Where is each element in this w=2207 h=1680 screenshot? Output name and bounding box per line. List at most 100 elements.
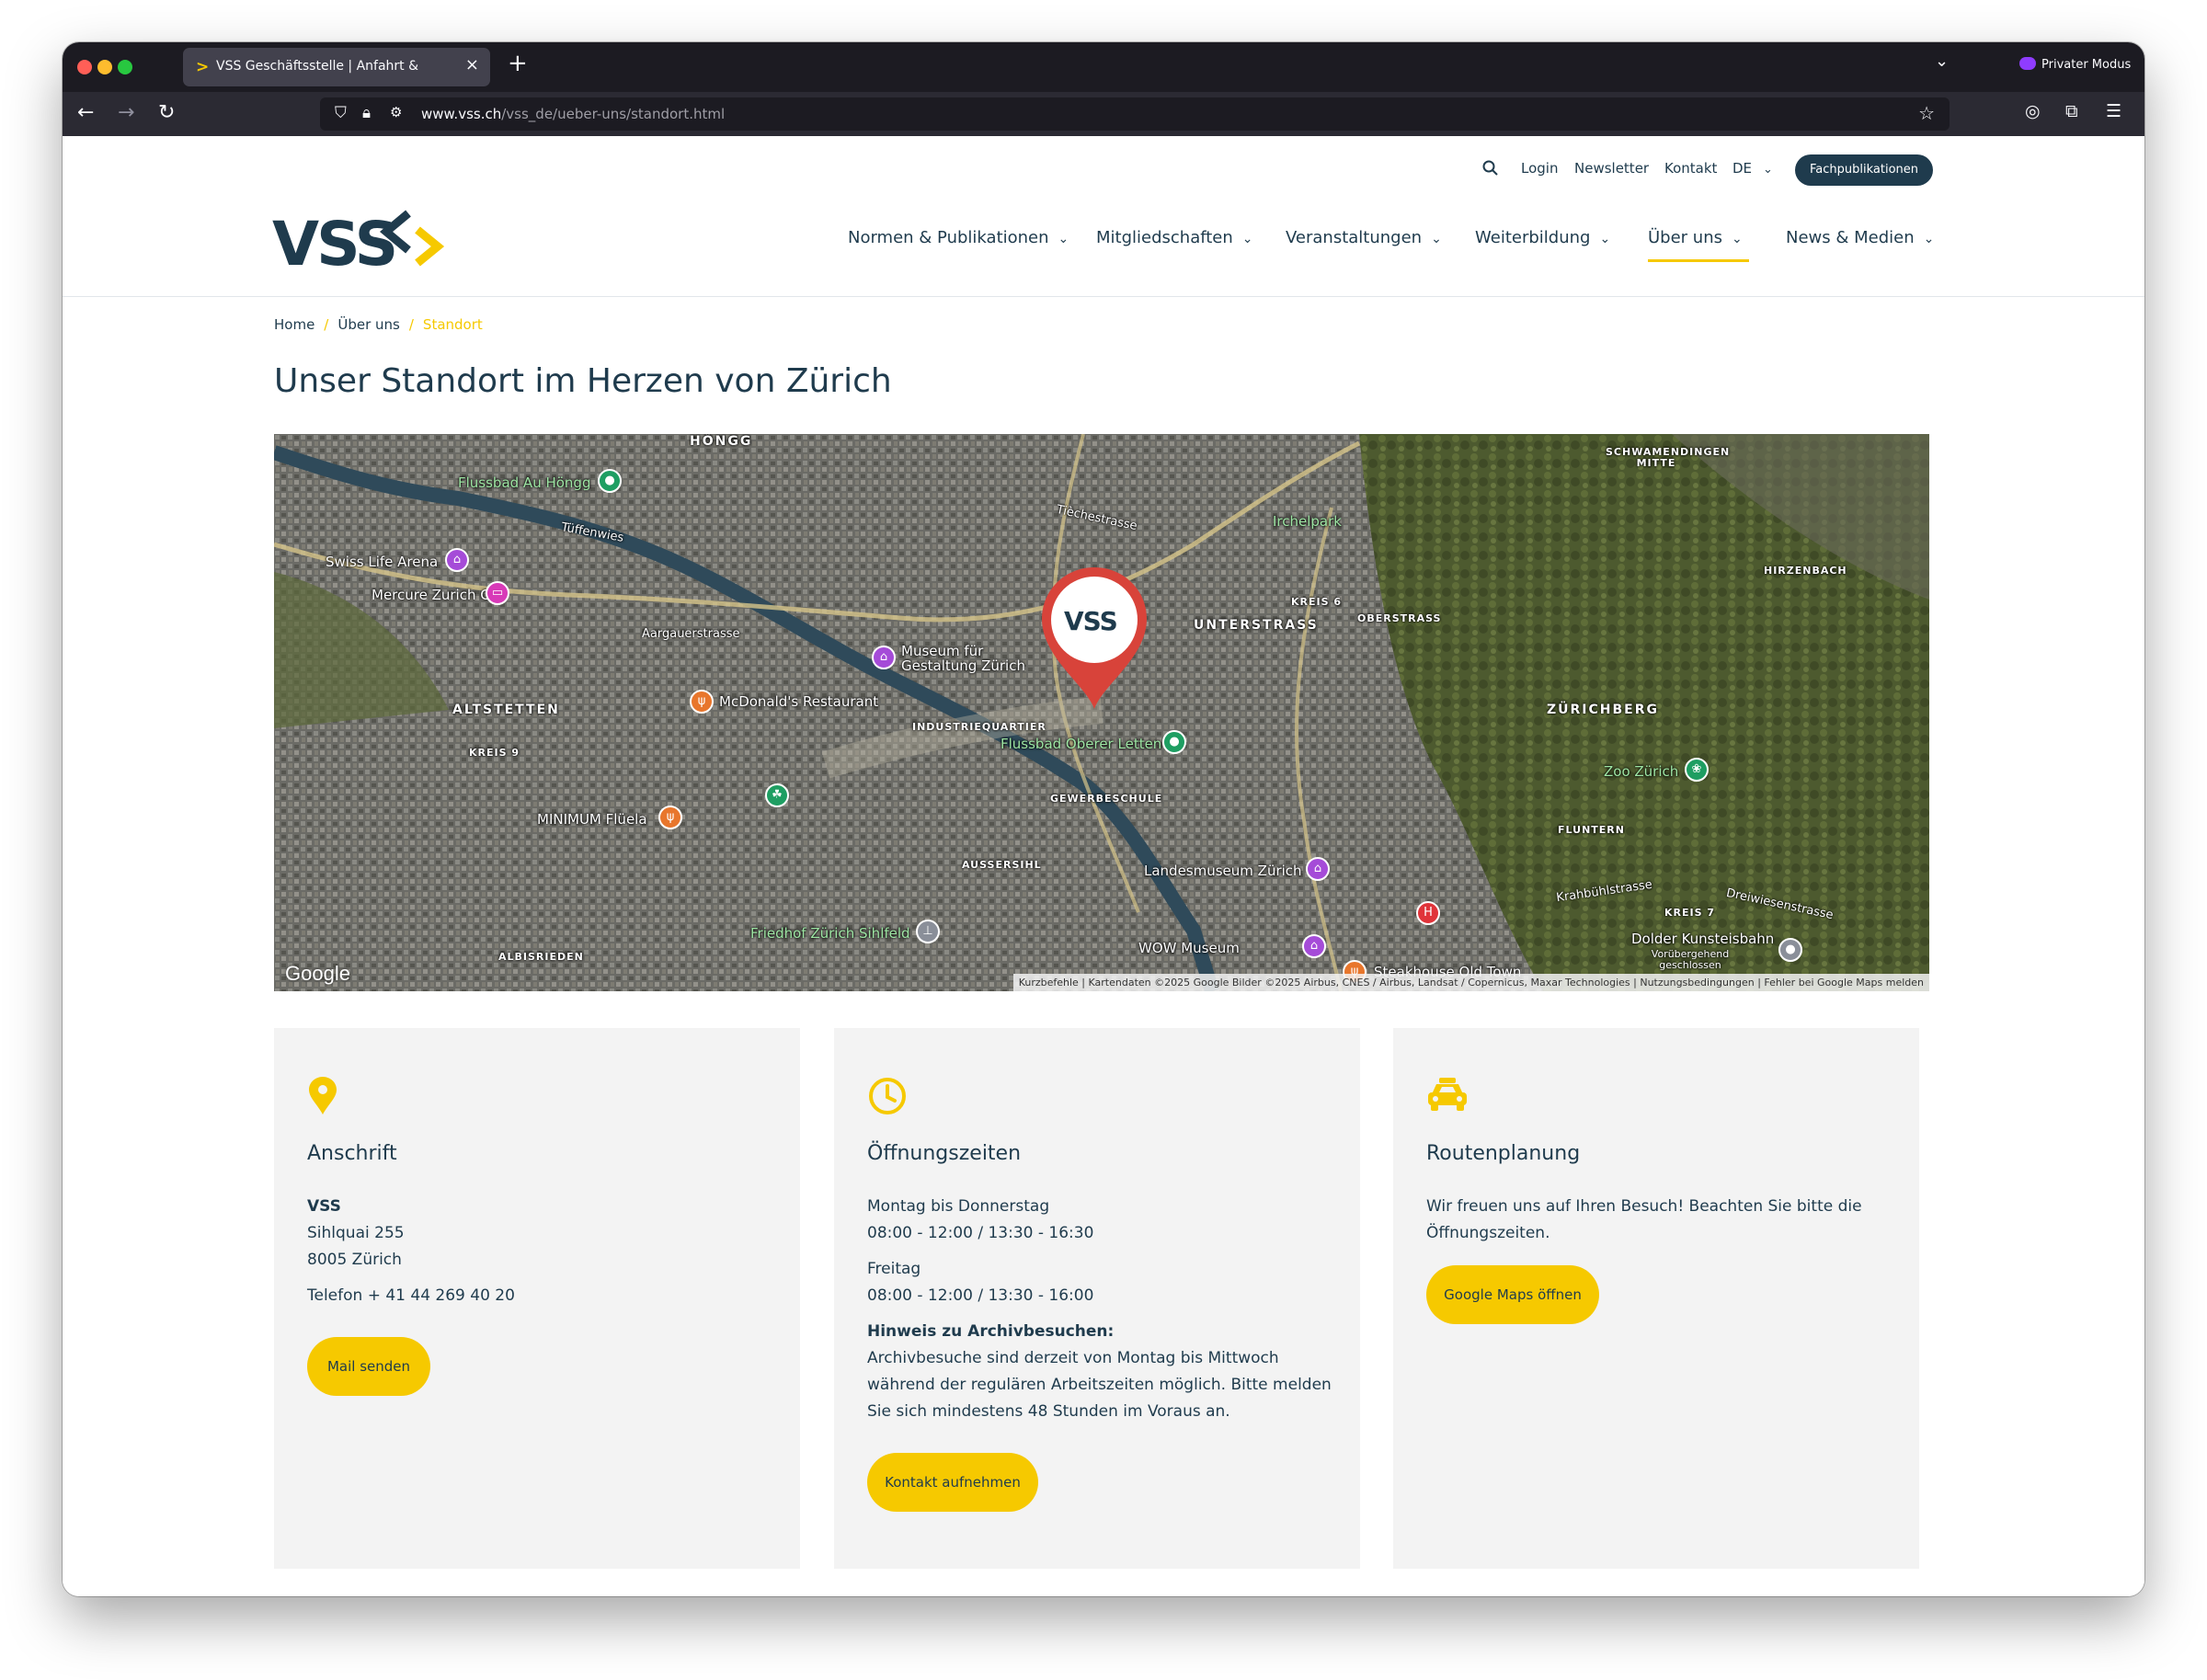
permissions-icon[interactable]: ⚙: [390, 104, 402, 120]
map-label: Aargauerstrasse: [642, 627, 740, 641]
back-arrow-icon[interactable]: ←: [77, 101, 94, 124]
contact-link[interactable]: Kontakt: [1664, 160, 1717, 177]
route-text-line: Wir freuen uns auf Ihren Besuch! Beachte…: [1426, 1197, 1862, 1216]
google-maps-button[interactable]: Google Maps öffnen: [1426, 1265, 1599, 1324]
nav-veranstaltungen[interactable]: Veranstaltungen ⌄: [1286, 228, 1442, 247]
arena-pin-icon[interactable]: ⌂: [445, 548, 469, 572]
login-link[interactable]: Login: [1521, 160, 1558, 177]
map-label: SCHWAMENDINGEN MITTE: [1606, 446, 1731, 469]
svg-text:VSS: VSS: [272, 209, 395, 272]
pool-pin-icon[interactable]: ●: [1162, 730, 1186, 754]
newsletter-link[interactable]: Newsletter: [1574, 160, 1649, 177]
map-label: Friedhof Zürich Sihlfeld: [750, 925, 910, 942]
minimize-window-button[interactable]: [97, 60, 112, 74]
nav-mitgliedschaften[interactable]: Mitgliedschaften ⌄: [1096, 228, 1253, 247]
archive-note-title: Hinweis zu Archivbesuchen:: [867, 1322, 1115, 1341]
hours-days-2: Freitag: [867, 1260, 921, 1278]
hours-days-1: Montag bis Donnerstag: [867, 1197, 1050, 1216]
contact-button[interactable]: Kontakt aufnehmen: [867, 1453, 1038, 1512]
archive-note-line: Archivbesuche sind derzeit von Montag bi…: [867, 1349, 1279, 1367]
nav-ueber-uns[interactable]: Über uns ⌄: [1648, 228, 1743, 247]
card-title: Anschrift: [307, 1142, 397, 1165]
map-label: ALTSTETTEN: [452, 703, 560, 717]
chevron-down-icon: ⌄: [1241, 232, 1253, 246]
location-pin-icon: [309, 1077, 337, 1114]
map-label: HÖNGG: [690, 434, 753, 449]
address-card: Anschrift VSS Sihlquai 255 8005 Zürich T…: [274, 1028, 800, 1569]
map-label: Landesmuseum Zürich: [1144, 863, 1302, 879]
forward-arrow-icon[interactable]: →: [118, 101, 134, 124]
map-label: Swiss Life Arena: [326, 554, 439, 570]
nav-label: Über uns: [1648, 228, 1722, 247]
cemetery-pin-icon[interactable]: ⊥: [916, 920, 940, 943]
close-tab-icon[interactable]: ×: [465, 55, 479, 74]
map-label: Vorübergehend geschlossen: [1651, 948, 1730, 971]
close-window-button[interactable]: [77, 60, 92, 74]
browser-tab[interactable]: > VSS Geschäftsstelle | Anfahrt & ×: [183, 48, 490, 86]
archive-note-line: Sie sich mindestens 48 Stunden im Voraus…: [867, 1402, 1230, 1421]
private-mode-indicator: Privater Modus: [2019, 57, 2131, 72]
web-page: Login Newsletter Kontakt DE ⌄ Fachpublika…: [63, 136, 2144, 1596]
map-label: MINIMUM Flüela: [537, 811, 647, 828]
route-planning-card: Routenplanung Wir freuen uns auf Ihren B…: [1393, 1028, 1919, 1569]
url-bar[interactable]: ⛉ 🔒︎ ⚙ www.vss.ch/vss_de/ueber-uns/stand…: [320, 97, 1950, 131]
chevron-down-icon: ⌄: [1732, 232, 1743, 246]
park-pin-icon[interactable]: ☘: [765, 783, 789, 807]
route-text-line: Öffnungszeiten.: [1426, 1224, 1550, 1242]
breadcrumb: Home / Über uns / Standort: [274, 316, 483, 333]
vss-location-marker[interactable]: VSS: [1040, 566, 1160, 713]
chevron-down-icon: ⌄: [1923, 232, 1935, 246]
browser-window: > VSS Geschäftsstelle | Anfahrt & × + ⌄ …: [63, 42, 2144, 1596]
vss-logo[interactable]: VSS: [272, 208, 447, 272]
pool-pin-icon[interactable]: ●: [598, 469, 622, 493]
shield-icon[interactable]: ⛉: [335, 104, 347, 122]
hotel-pin-icon[interactable]: ▭: [486, 581, 509, 605]
address-phone[interactable]: Telefon + 41 44 269 40 20: [307, 1286, 515, 1305]
menu-icon[interactable]: ☰: [2106, 101, 2121, 121]
url-path: /vss_de/ueber-uns/standort.html: [501, 106, 726, 122]
hospital-pin-icon[interactable]: H: [1416, 901, 1440, 925]
museum-pin-icon[interactable]: ⌂: [872, 646, 896, 669]
map-label: KREIS 9: [469, 747, 520, 759]
nav-label: Veranstaltungen: [1286, 228, 1423, 247]
url-text[interactable]: www.vss.ch/vss_de/ueber-uns/standort.htm…: [421, 106, 725, 122]
lock-icon[interactable]: 🔒︎: [362, 104, 371, 122]
new-tab-icon[interactable]: +: [508, 50, 528, 77]
search-icon[interactable]: [1482, 160, 1499, 177]
language-select[interactable]: DE ⌄: [1732, 160, 1773, 177]
restaurant-pin-icon[interactable]: ψ: [658, 806, 682, 829]
bookmark-star-icon[interactable]: ☆: [1918, 102, 1935, 124]
breadcrumb-home[interactable]: Home: [274, 316, 314, 333]
header-divider: [63, 296, 2144, 297]
map-label: KREIS 6: [1291, 596, 1343, 608]
zoo-pin-icon[interactable]: ❀: [1685, 758, 1709, 782]
reload-icon[interactable]: ↻: [158, 101, 175, 124]
map-attribution[interactable]: Kurzbefehle | Kartendaten ©2025 Google B…: [1012, 974, 1929, 991]
google-map[interactable]: HÖNGG Flussbad Au Höngg ● Tüffenwies Swi…: [274, 434, 1929, 991]
tab-list-chevron-icon[interactable]: ⌄: [1935, 51, 1949, 71]
skating-pin-icon[interactable]: ●: [1778, 938, 1802, 962]
tab-title: VSS Geschäftsstelle | Anfahrt &: [216, 59, 419, 74]
mail-send-button[interactable]: Mail senden: [307, 1337, 430, 1396]
nav-label: Normen & Publikationen: [848, 228, 1049, 247]
car-icon: [1428, 1078, 1467, 1111]
nav-weiterbildung[interactable]: Weiterbildung ⌄: [1475, 228, 1610, 247]
hours-time-2: 08:00 - 12:00 / 13:30 - 16:00: [867, 1286, 1094, 1305]
nav-news-medien[interactable]: News & Medien ⌄: [1786, 228, 1934, 247]
map-label: KREIS 7: [1664, 907, 1716, 919]
museum-pin-icon[interactable]: ⌂: [1302, 934, 1326, 958]
url-domain: www.vss.ch: [421, 106, 502, 122]
restaurant-pin-icon[interactable]: ψ: [690, 690, 714, 714]
private-mode-label: Privater Modus: [2041, 58, 2132, 72]
hours-time-1: 08:00 - 12:00 / 13:30 - 16:30: [867, 1224, 1094, 1242]
map-label: UNTERSTRASS: [1194, 618, 1319, 633]
museum-pin-icon[interactable]: ⌂: [1306, 857, 1330, 881]
zoom-window-button[interactable]: [118, 60, 132, 74]
extensions-icon[interactable]: ⧉: [2065, 101, 2078, 121]
map-label: Museum für Gestaltung Zürich: [901, 643, 1025, 674]
fachpublikationen-button[interactable]: Fachpublikationen: [1795, 154, 1933, 186]
nav-normen-publikationen[interactable]: Normen & Publikationen ⌄: [848, 228, 1069, 247]
map-label: ZÜRICHBERG: [1547, 703, 1660, 717]
account-icon[interactable]: ◎: [2025, 101, 2041, 121]
breadcrumb-ueber-uns[interactable]: Über uns: [337, 316, 400, 333]
